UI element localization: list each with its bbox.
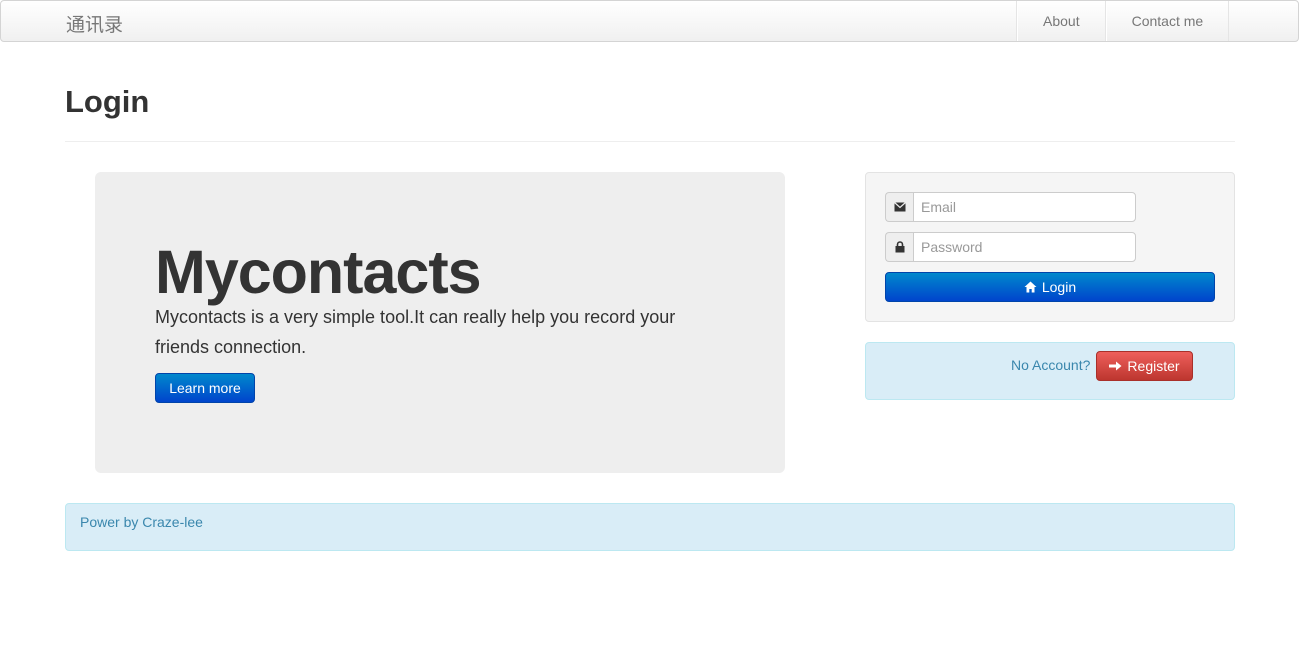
no-account-text: No Account? <box>1011 357 1091 373</box>
page-title: Login <box>65 84 150 119</box>
register-button[interactable]: Register <box>1096 351 1193 381</box>
password-input-group <box>885 232 1136 262</box>
learn-more-button[interactable]: Learn more <box>155 373 255 403</box>
register-alert: No Account? Register <box>865 342 1235 400</box>
login-button-label: Login <box>1041 279 1077 295</box>
email-field[interactable] <box>913 192 1136 222</box>
footer-credit: Power by Craze-lee <box>80 514 203 530</box>
nav-item-about[interactable]: About <box>1017 1 1106 41</box>
login-button[interactable]: Login <box>885 272 1215 302</box>
hero-description: Mycontacts is a very simple tool.It can … <box>155 307 676 357</box>
login-form: Login <box>865 172 1235 322</box>
hero-title: Mycontacts <box>155 238 482 306</box>
envelope-icon <box>885 192 913 222</box>
password-field[interactable] <box>913 232 1136 262</box>
email-input-group <box>885 192 1136 222</box>
lock-icon <box>885 232 913 262</box>
home-icon <box>1024 281 1037 293</box>
header-divider <box>65 141 1235 142</box>
register-button-label: Register <box>1127 358 1180 374</box>
nav-item-contact-me[interactable]: Contact me <box>1105 1 1230 41</box>
arrow-right-icon <box>1109 361 1122 371</box>
footer-alert: Power by Craze-lee <box>65 503 1235 551</box>
hero-unit: Mycontacts Mycontacts is a very simple t… <box>95 172 785 473</box>
nav-menu: About Contact me <box>1016 1 1230 41</box>
brand-logo-link[interactable]: 通讯录 <box>66 10 123 37</box>
top-navbar: 通讯录 About Contact me <box>0 0 1299 42</box>
